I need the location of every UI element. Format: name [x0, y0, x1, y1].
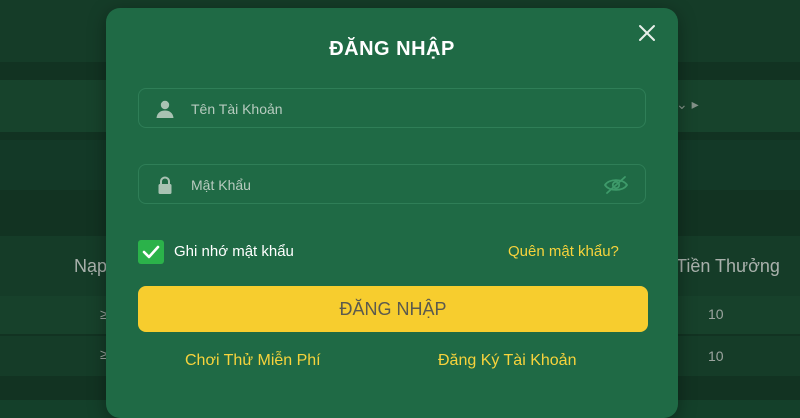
username-input[interactable]	[189, 89, 593, 129]
login-button[interactable]: ĐĂNG NHẬP	[138, 286, 648, 332]
eye-off-icon[interactable]	[603, 175, 629, 195]
user-icon	[155, 99, 175, 119]
remember-label[interactable]: Ghi nhớ mật khẩu	[174, 243, 294, 260]
free-trial-link[interactable]: Chơi Thử Miễn Phí	[185, 352, 321, 370]
register-link[interactable]: Đăng Ký Tài Khoản	[438, 352, 576, 370]
close-icon[interactable]	[636, 22, 658, 44]
login-modal: ĐĂNG NHẬP Tên Tài Khoản Ghi nhớ mật khẩu…	[106, 8, 678, 418]
lock-icon	[155, 175, 175, 195]
remember-checkbox[interactable]	[138, 240, 164, 264]
modal-title: ĐĂNG NHẬP	[329, 38, 455, 60]
password-field-wrapper	[138, 164, 646, 205]
forgot-password-link[interactable]: Quên mật khẩu?	[508, 243, 619, 260]
password-input[interactable]	[189, 165, 593, 205]
checkmark-icon	[142, 245, 160, 259]
username-field-wrapper	[138, 88, 646, 129]
